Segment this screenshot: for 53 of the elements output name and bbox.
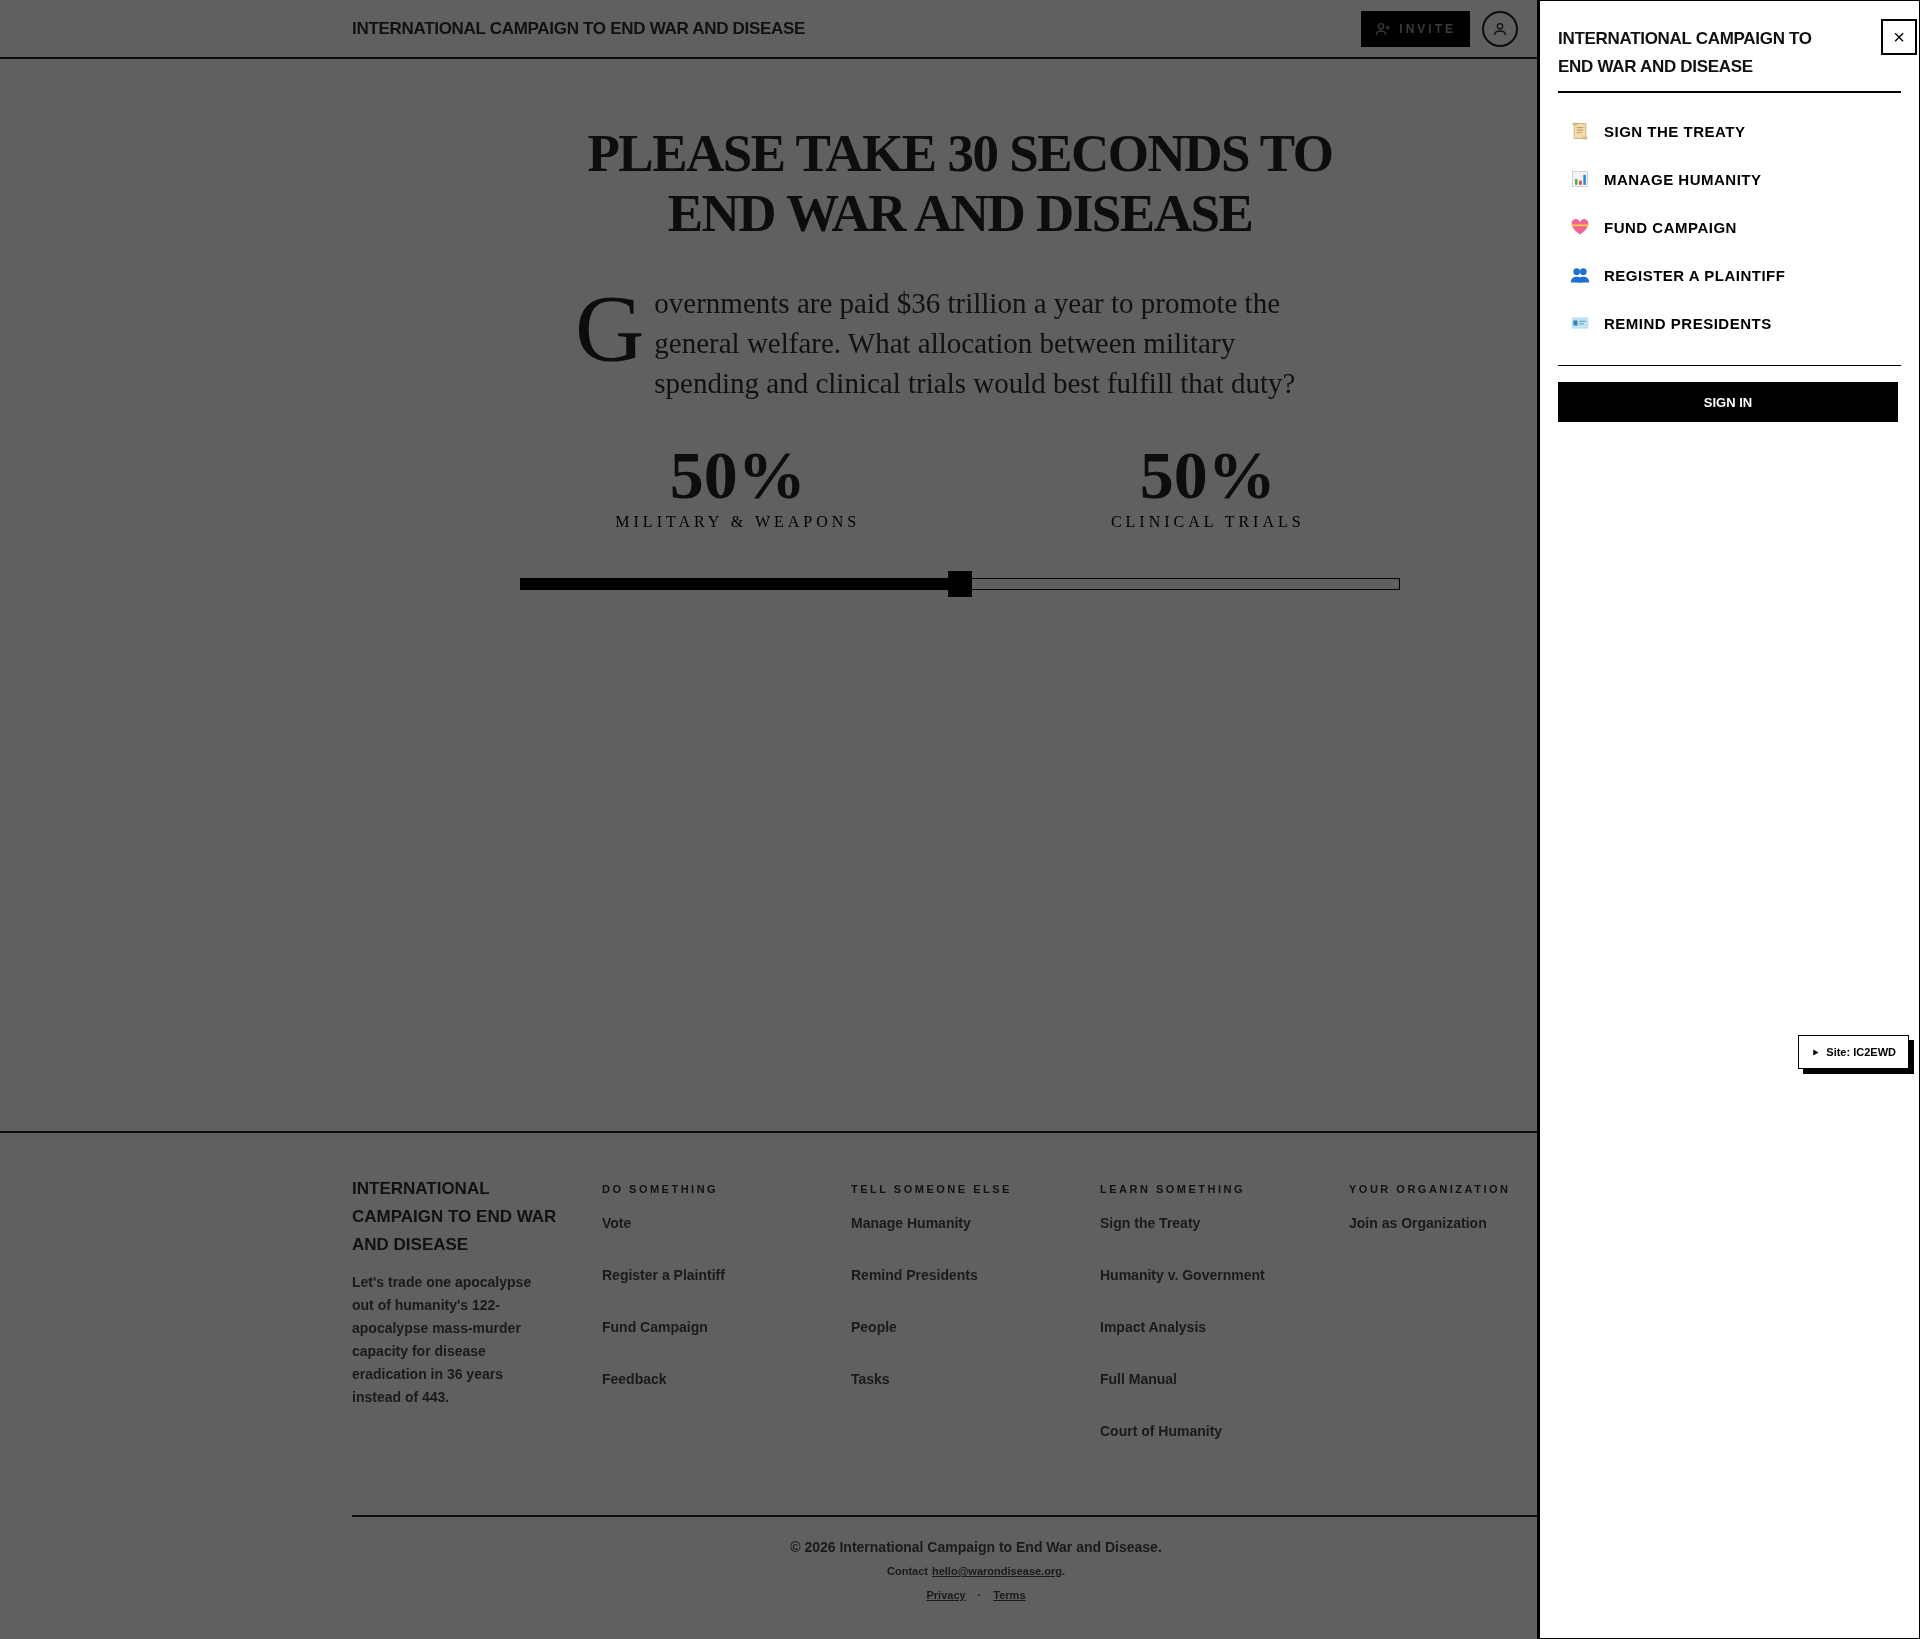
- question-text: overnments are paid $36 trillion a year to promote the general welfare. What allocation between military spending and clinical trials would best fulfill that duty?: [654, 287, 1296, 399]
- percentage-value: 50%: [669, 439, 806, 511]
- column-heading: TELL SOMEONE ELSE: [851, 1183, 1013, 1195]
- allocation-label: MILITARY & WEAPONS: [615, 513, 861, 531]
- footer-link[interactable]: Remind Presidents: [851, 1267, 1100, 1319]
- percentage-value: 50%: [1139, 439, 1276, 511]
- legal-link[interactable]: Privacy: [926, 1589, 966, 1601]
- add-user-icon: [1375, 20, 1392, 37]
- invite-button[interactable]: INVITE: [1361, 10, 1470, 47]
- bar-chart-icon: [1570, 169, 1590, 189]
- people-icon: [1570, 265, 1590, 285]
- page-heading: PLEASE TAKE 30 SECONDS TO END WAR AND DISEASE: [586, 123, 1334, 243]
- footer-link[interactable]: Tasks: [851, 1371, 1100, 1423]
- legal-link[interactable]: Terms: [993, 1589, 1026, 1601]
- drawer-title: INTERNATIONAL CAMPAIGN TO END WAR AND DISEASE: [1558, 28, 1813, 78]
- footer-link[interactable]: Vote: [602, 1215, 851, 1267]
- menu-item[interactable]: MANAGE HUMANITY: [1558, 155, 1901, 203]
- close-button[interactable]: ×: [1881, 19, 1917, 55]
- footer-link[interactable]: Court of Humanity: [1100, 1423, 1349, 1475]
- footer-link[interactable]: Fund Campaign: [602, 1319, 851, 1371]
- menu-item[interactable]: SIGN THE TREATY: [1558, 107, 1901, 155]
- slider[interactable]: [520, 571, 1400, 597]
- user-icon: [1492, 20, 1508, 37]
- footer-link[interactable]: Register a Plaintiff: [602, 1267, 851, 1319]
- contact-label: Contact: [887, 1565, 928, 1577]
- slider-thumb[interactable]: [948, 571, 972, 597]
- column-heading: YOUR ORGANIZATION: [1349, 1183, 1512, 1195]
- heart-icon: [1570, 217, 1590, 237]
- footer-link[interactable]: People: [851, 1319, 1100, 1371]
- play-icon: [1811, 1047, 1821, 1057]
- footer-link[interactable]: Humanity v. Government: [1100, 1267, 1349, 1319]
- menu-item[interactable]: REGISTER A PLAINTIFF: [1558, 251, 1901, 299]
- separator-dot: ·: [977, 1589, 982, 1601]
- sign-in-button[interactable]: SIGN IN: [1558, 382, 1898, 422]
- footer-link[interactable]: Manage Humanity: [851, 1215, 1100, 1267]
- menu-item[interactable]: REMIND PRESIDENTS: [1558, 299, 1901, 347]
- email-link[interactable]: hello@warondisease.org: [931, 1565, 1062, 1577]
- scroll-icon: [1570, 121, 1590, 141]
- footer-link[interactable]: Full Manual: [1100, 1371, 1349, 1423]
- footer-link[interactable]: Feedback: [602, 1371, 851, 1423]
- account-button[interactable]: [1482, 10, 1518, 47]
- footer-description: Let's trade one apocalypse out of humanity's 122-apocalypse mass-murder capacity for disease eradication in 36 years instead of 443.: [352, 1273, 533, 1407]
- footer-brand: INTERNATIONAL CAMPAIGN TO END WAR AND DISEASE: [352, 1178, 558, 1256]
- period-text: .: [1061, 1565, 1065, 1577]
- drop-cap: G: [575, 289, 645, 369]
- allocation-label: CLINICAL TRIALS: [1110, 513, 1305, 531]
- footer-link[interactable]: Sign the Treaty: [1100, 1215, 1349, 1267]
- column-heading: LEARN SOMETHING: [1100, 1183, 1247, 1195]
- site-title[interactable]: INTERNATIONAL CAMPAIGN TO END WAR AND DISEASE: [352, 18, 806, 39]
- column-heading: DO SOMETHING: [602, 1183, 720, 1195]
- menu-item[interactable]: FUND CAMPAIGN: [1558, 203, 1901, 251]
- copyright-text: © 2026 International Campaign to End War and Disease.: [790, 1539, 1162, 1555]
- footer-link[interactable]: Impact Analysis: [1100, 1319, 1349, 1371]
